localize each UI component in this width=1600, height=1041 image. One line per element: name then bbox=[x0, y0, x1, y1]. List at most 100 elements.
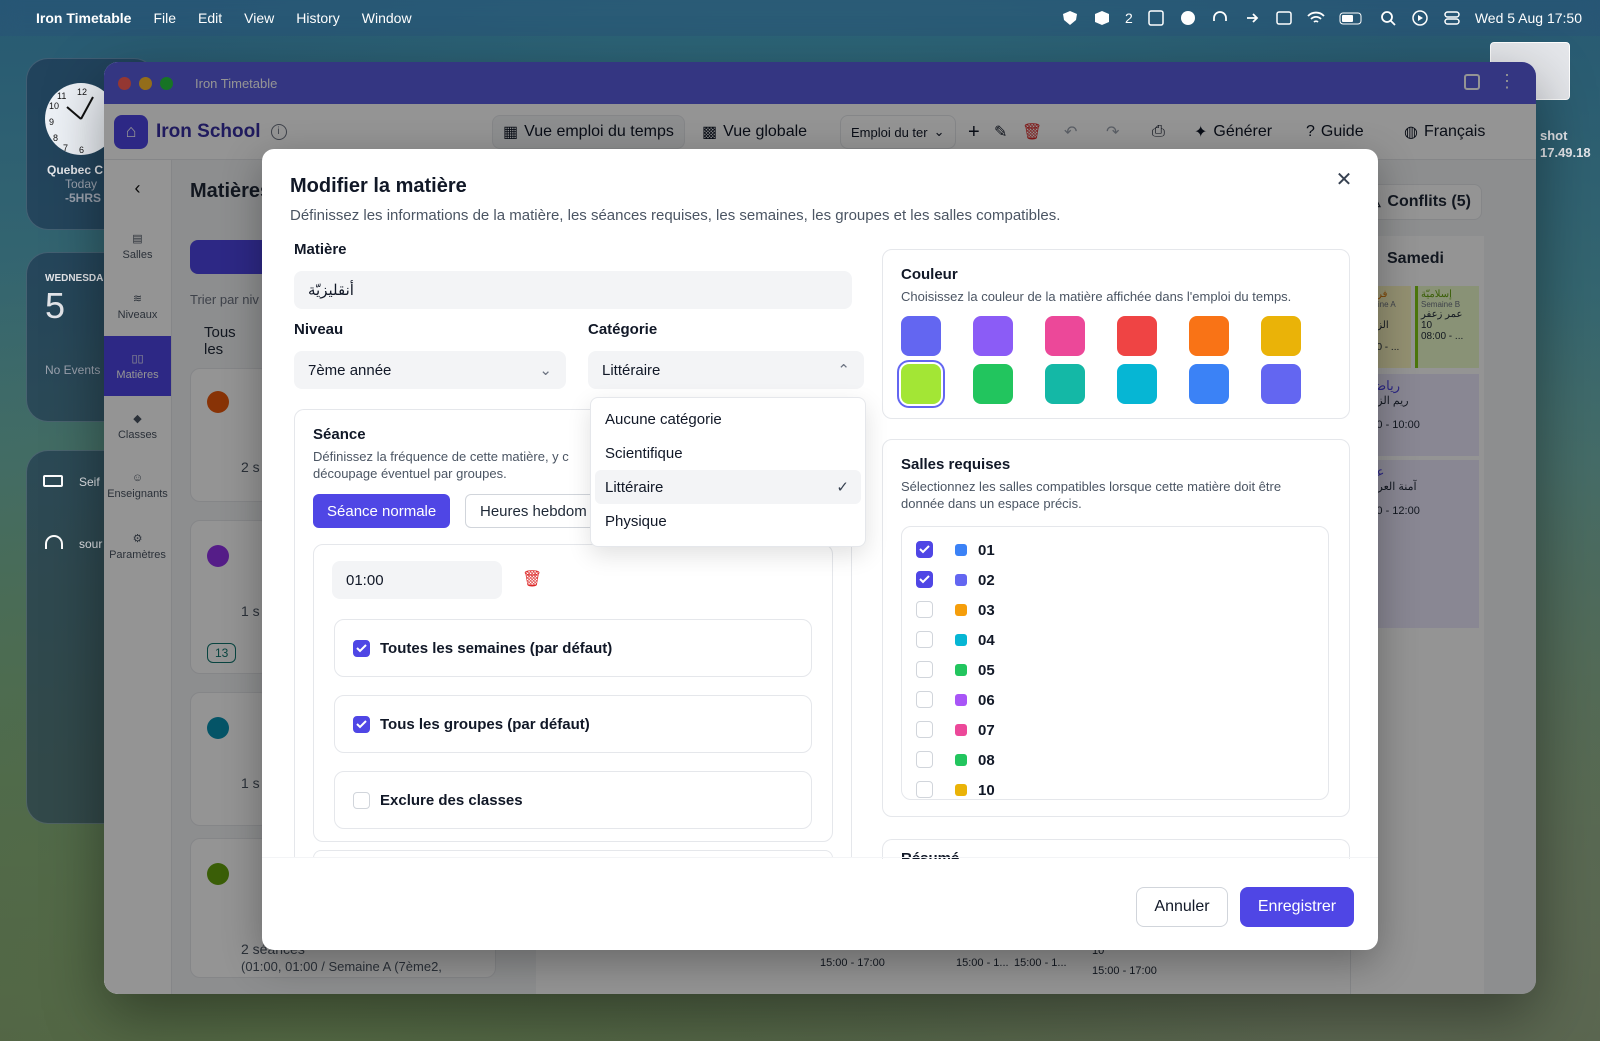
room-item[interactable]: 08 bbox=[916, 745, 1316, 775]
menu-edit[interactable]: Edit bbox=[198, 10, 222, 26]
headphones-icon[interactable] bbox=[1211, 9, 1229, 27]
room-checkbox[interactable] bbox=[916, 721, 933, 738]
calendar-events: No Events bbox=[45, 363, 101, 377]
subject-input-value: أنقليزيّة bbox=[308, 282, 354, 299]
subject-input[interactable]: أنقليزيّة bbox=[294, 271, 852, 309]
cancel-button[interactable]: Annuler bbox=[1136, 887, 1228, 927]
room-checkbox[interactable] bbox=[916, 541, 933, 558]
all-weeks-checkbox[interactable] bbox=[353, 639, 370, 657]
exclude-classes-label: Exclure des classes bbox=[380, 791, 523, 809]
room-checkbox[interactable] bbox=[916, 661, 933, 678]
trash-icon[interactable]: 🗑 bbox=[522, 569, 542, 589]
duration-value: 01:00 bbox=[346, 571, 384, 589]
status-icon-shield[interactable] bbox=[1061, 9, 1079, 27]
room-checkbox[interactable] bbox=[916, 691, 933, 708]
rooms-title: Salles requises bbox=[901, 456, 1011, 473]
rooms-desc-1: Sélectionnez les salles compatibles lors… bbox=[901, 479, 1282, 494]
category-option-label: Littéraire bbox=[605, 478, 664, 496]
room-color-dot bbox=[955, 664, 967, 676]
color-swatch[interactable] bbox=[901, 316, 941, 356]
room-item[interactable]: 03 bbox=[916, 595, 1316, 625]
clock-offset: -5HRS bbox=[65, 191, 102, 205]
control-center-icon[interactable] bbox=[1443, 9, 1461, 27]
color-swatch[interactable] bbox=[1045, 316, 1085, 356]
category-select-value: Littéraire bbox=[602, 361, 661, 379]
headphones-small-icon bbox=[45, 535, 63, 549]
color-swatch[interactable] bbox=[1045, 364, 1085, 404]
exclude-classes-checkbox[interactable] bbox=[353, 791, 370, 809]
room-checkbox[interactable] bbox=[916, 781, 933, 798]
room-checkbox[interactable] bbox=[916, 751, 933, 768]
room-item[interactable]: 04 bbox=[916, 625, 1316, 655]
status-icon-box[interactable] bbox=[1093, 9, 1111, 27]
room-label: 08 bbox=[978, 751, 995, 769]
level-select[interactable]: 7ème année ⌄ bbox=[294, 351, 566, 389]
status-icon-menu[interactable] bbox=[1275, 9, 1293, 27]
room-item[interactable]: 10 bbox=[916, 775, 1316, 799]
category-option-none[interactable]: Aucune catégorie bbox=[595, 402, 861, 436]
room-item[interactable]: 02 bbox=[916, 565, 1316, 595]
color-swatch[interactable] bbox=[973, 316, 1013, 356]
clock-day: Today bbox=[65, 177, 98, 191]
status-icon-app[interactable] bbox=[1147, 9, 1165, 27]
category-option-scientifique[interactable]: Scientifique bbox=[595, 436, 861, 470]
duration-input[interactable]: 01:00 bbox=[332, 561, 502, 599]
color-card: Couleur Choisissez la couleur de la mati… bbox=[882, 249, 1350, 419]
room-item[interactable]: 06 bbox=[916, 685, 1316, 715]
room-color-dot bbox=[955, 604, 967, 616]
room-color-dot bbox=[955, 784, 967, 796]
session-title: Séance bbox=[313, 426, 366, 443]
room-item[interactable]: 01 bbox=[916, 535, 1316, 565]
menu-view[interactable]: View bbox=[244, 10, 274, 26]
calendar-weekday: WEDNESDA bbox=[45, 273, 104, 284]
status-icon-disc[interactable] bbox=[1179, 9, 1197, 27]
room-checkbox[interactable] bbox=[916, 571, 933, 588]
summary-card: Résumé bbox=[882, 839, 1350, 859]
status-icon-sync[interactable] bbox=[1243, 9, 1261, 27]
device2-label: sour bbox=[79, 537, 103, 551]
room-checkbox[interactable] bbox=[916, 631, 933, 648]
subject-label: Matière bbox=[294, 241, 347, 258]
check-icon: ✓ bbox=[836, 479, 849, 496]
menu-app-name[interactable]: Iron Timetable bbox=[36, 10, 131, 26]
menu-file[interactable]: File bbox=[153, 10, 176, 26]
category-option-litteraire[interactable]: Littéraire ✓ bbox=[595, 470, 861, 504]
room-checkbox[interactable] bbox=[916, 601, 933, 618]
color-swatch[interactable] bbox=[1261, 364, 1301, 404]
session-item: 01:00 🗑 Toutes les semaines (par défaut)… bbox=[313, 544, 833, 842]
color-swatch[interactable] bbox=[1189, 316, 1229, 356]
room-item[interactable]: 05 bbox=[916, 655, 1316, 685]
all-weeks-option[interactable]: Toutes les semaines (par défaut) bbox=[334, 619, 812, 677]
search-icon[interactable] bbox=[1379, 9, 1397, 27]
room-color-dot bbox=[955, 544, 967, 556]
all-groups-checkbox[interactable] bbox=[353, 715, 370, 733]
close-icon[interactable]: ✕ bbox=[1330, 165, 1358, 193]
room-item[interactable]: 07 bbox=[916, 715, 1316, 745]
color-swatch[interactable] bbox=[1117, 316, 1157, 356]
color-desc: Choisissez la couleur de la matière affi… bbox=[901, 289, 1292, 304]
menu-window[interactable]: Window bbox=[362, 10, 412, 26]
menu-history[interactable]: History bbox=[296, 10, 340, 26]
color-swatch[interactable] bbox=[1117, 364, 1157, 404]
exclude-classes-option[interactable]: Exclure des classes bbox=[334, 771, 812, 829]
screenshot-label: shot bbox=[1540, 128, 1568, 143]
play-icon[interactable] bbox=[1411, 9, 1429, 27]
category-select[interactable]: Littéraire ⌃ bbox=[588, 351, 864, 389]
color-swatch[interactable] bbox=[1189, 364, 1229, 404]
category-option-physique[interactable]: Physique bbox=[595, 504, 861, 538]
save-button[interactable]: Enregistrer bbox=[1240, 887, 1354, 927]
all-groups-option[interactable]: Tous les groupes (par défaut) bbox=[334, 695, 812, 753]
room-label: 07 bbox=[978, 721, 995, 739]
mode-weekly-hours-button[interactable]: Heures hebdom bbox=[465, 494, 605, 528]
battery-icon[interactable] bbox=[1339, 9, 1365, 27]
menubar-datetime[interactable]: Wed 5 Aug 17:50 bbox=[1475, 10, 1582, 26]
rooms-list[interactable]: 01 02 03 04 05 06 07 08 10 bbox=[901, 526, 1329, 800]
color-swatch[interactable] bbox=[1261, 316, 1301, 356]
category-label: Catégorie bbox=[588, 321, 658, 338]
color-swatch[interactable] bbox=[901, 364, 941, 404]
wifi-icon[interactable] bbox=[1307, 9, 1325, 27]
mode-normal-button[interactable]: Séance normale bbox=[313, 494, 451, 528]
screenshot-time: 17.49.18 bbox=[1540, 145, 1591, 160]
room-label: 02 bbox=[978, 571, 995, 589]
color-swatch[interactable] bbox=[973, 364, 1013, 404]
